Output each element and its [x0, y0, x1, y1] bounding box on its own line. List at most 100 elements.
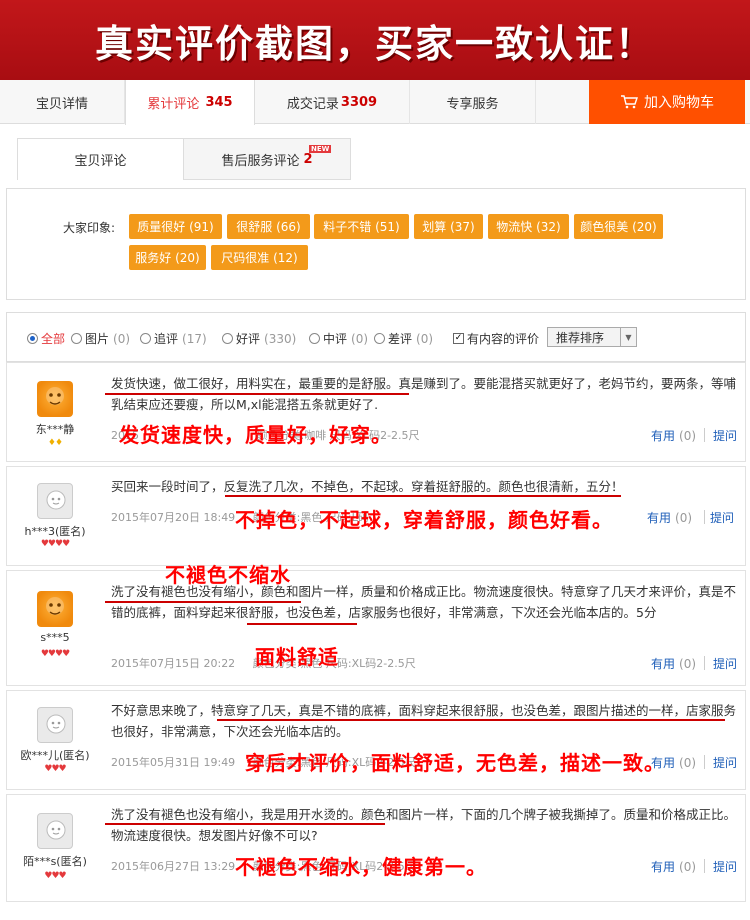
useful-button[interactable]: 有用 (0) — [651, 655, 696, 672]
review-item: s***5 ♥♥♥♥ 洗了没有褪色也没有缩小，颜色和图片一样，质量和价格成正比。… — [6, 563, 746, 686]
annotation-note: 不褪色不缩水，健康第一。 — [235, 855, 487, 879]
default-avatar-icon — [46, 820, 66, 840]
useful-count: (0) — [679, 429, 697, 443]
tab-count: 345 — [205, 95, 233, 110]
radio-icon — [374, 333, 385, 344]
filter-all[interactable]: 全部 — [27, 330, 65, 347]
chevron-down-icon: ▼ — [620, 328, 636, 346]
tab-label: 成交记录 — [286, 96, 339, 112]
filter-label: 中评 — [323, 332, 348, 346]
sort-select[interactable]: 推荐排序 ▼ — [547, 327, 637, 347]
filter-label: 追评 — [154, 332, 179, 346]
tab-transactions[interactable]: 成交记录 3309 — [255, 80, 410, 124]
useful-button[interactable]: 有用 (0) — [651, 427, 696, 444]
reviewer-name: h***3(匿名) — [24, 525, 86, 538]
sort-label: 推荐排序 — [556, 330, 605, 345]
review-text: 不好意思来晚了，特意穿了几天，真是不错的底裤，面料穿起来很舒服，也没色差，跟图片… — [111, 703, 737, 739]
filter-negative[interactable]: 差评 (0) — [374, 330, 433, 347]
ask-button[interactable]: 提问 — [713, 427, 737, 444]
filter-images[interactable]: 图片 (0) — [71, 330, 130, 347]
impression-tag[interactable]: 质量很好 (91) — [129, 214, 222, 239]
filter-neutral[interactable]: 中评 (0) — [309, 330, 368, 347]
reviewer-rank: ♥♥♥ — [44, 871, 66, 881]
impression-tag[interactable]: 尺码很准 (12) — [211, 245, 308, 270]
tab-reviews[interactable]: 累计评论 345 — [125, 80, 255, 125]
divider — [704, 428, 705, 442]
filter-count: (0) — [113, 331, 131, 346]
promo-banner: 真实评价截图，买家一致认证！ — [0, 0, 750, 80]
review-date: 2015年05月31日 19:49 — [111, 756, 236, 769]
review-item: 陌***s(匿名) ♥♥♥ 洗了没有褪色也没有缩小，我是用开水烫的。颜色和图片一… — [6, 794, 746, 902]
impression-tag[interactable]: 服务好 (20) — [129, 245, 206, 270]
annotation-note: 不掉色，不起球，穿着舒服，颜色好看。 — [235, 508, 613, 532]
tab-label: 宝贝详情 — [35, 96, 88, 112]
filter-label: 好评 — [236, 332, 261, 346]
subtab-label: 售后服务评论 — [221, 154, 300, 169]
useful-label: 有用 — [647, 511, 672, 525]
review-item: 欧***儿(匿名) ♥♥♥ 不好意思来晚了，特意穿了几天，真是不错的底裤，面料穿… — [6, 690, 746, 790]
reviewer-name: 陌***s(匿名) — [23, 855, 87, 868]
impressions-label: 大家印象: — [63, 221, 116, 235]
filter-has-content[interactable]: ✓ 有内容的评价 — [453, 330, 539, 347]
impressions-panel: 大家印象: 质量很好 (91) 很舒服 (66) 料子不错 (51) 划算 (3… — [6, 188, 746, 300]
filter-followup[interactable]: 追评 (17) — [140, 330, 207, 347]
avatar — [37, 591, 73, 627]
ask-button[interactable]: 提问 — [710, 509, 734, 526]
tab-label: 累计评论 — [147, 97, 200, 112]
tab-service[interactable]: 专享服务 — [410, 80, 536, 124]
subtab-item-reviews[interactable]: 宝贝评论 — [18, 139, 184, 180]
divider — [704, 755, 705, 769]
reviewer-name: s***5 — [40, 631, 70, 644]
default-avatar-icon — [46, 490, 66, 510]
reviewer-rank: ♥♥♥♥ — [40, 539, 70, 549]
add-to-cart-button[interactable]: 加入购物车 — [589, 80, 745, 124]
filter-positive[interactable]: 好评 (330) — [222, 330, 296, 347]
impression-tag[interactable]: 很舒服 (66) — [227, 214, 310, 239]
radio-icon — [140, 333, 151, 344]
filter-label: 图片 — [85, 332, 110, 346]
filter-label: 差评 — [388, 332, 413, 346]
avatar — [37, 707, 73, 743]
ask-button[interactable]: 提问 — [713, 858, 737, 875]
review-item: h***3(匿名) ♥♥♥♥ 买回来一段时间了，反复洗了几次，不掉色，不起球。穿… — [6, 466, 746, 566]
radio-icon — [309, 333, 320, 344]
filter-label: 有内容的评价 — [467, 332, 540, 346]
useful-count: (0) — [675, 511, 693, 525]
avatar-figure-icon — [46, 597, 64, 615]
cart-label: 加入购物车 — [644, 95, 714, 111]
subtab-count: 2 — [303, 152, 313, 167]
ask-button[interactable]: 提问 — [713, 754, 737, 771]
checkbox-icon: ✓ — [453, 333, 464, 344]
divider — [704, 656, 705, 670]
review-subtabs: 宝贝评论 售后服务评论 2 NEW — [17, 138, 351, 180]
avatar-figure-icon — [46, 387, 64, 405]
reviewer-name: 欧***儿(匿名) — [20, 749, 90, 762]
reviewer-name: 东***静 — [35, 423, 75, 436]
filter-count: (0) — [416, 331, 434, 346]
reviewer-rank: ♥♥♥♥ — [40, 649, 70, 659]
tab-count: 3309 — [340, 94, 378, 110]
impression-tag[interactable]: 颜色很美 (20) — [574, 214, 663, 239]
underline-annotation — [105, 393, 409, 395]
cart-icon — [621, 95, 638, 109]
subtab-label: 宝贝评论 — [74, 154, 127, 169]
underline-annotation — [105, 601, 301, 603]
review-date: 2015年07月20日 18:49 — [111, 511, 236, 524]
radio-icon — [27, 333, 38, 344]
divider — [704, 510, 705, 524]
useful-button[interactable]: 有用 (0) — [651, 858, 696, 875]
impression-tag[interactable]: 物流快 (32) — [488, 214, 569, 239]
ask-button[interactable]: 提问 — [713, 655, 737, 672]
annotation-note: 面料舒适 — [255, 645, 339, 669]
useful-count: (0) — [679, 657, 697, 671]
underline-annotation — [217, 719, 725, 721]
tab-details[interactable]: 宝贝详情 — [0, 80, 125, 124]
filter-count: (0) — [351, 331, 369, 346]
impression-tag[interactable]: 划算 (37) — [414, 214, 483, 239]
filter-label: 全部 — [41, 332, 66, 346]
impression-tag[interactable]: 料子不错 (51) — [314, 214, 409, 239]
avatar — [37, 483, 73, 519]
review-text: 洗了没有褪色也没有缩小，我是用开水烫的。颜色和图片一样，下面的几个牌子被我撕掉了… — [111, 807, 737, 843]
underline-annotation — [105, 823, 385, 825]
useful-button[interactable]: 有用 (0) — [647, 509, 692, 526]
